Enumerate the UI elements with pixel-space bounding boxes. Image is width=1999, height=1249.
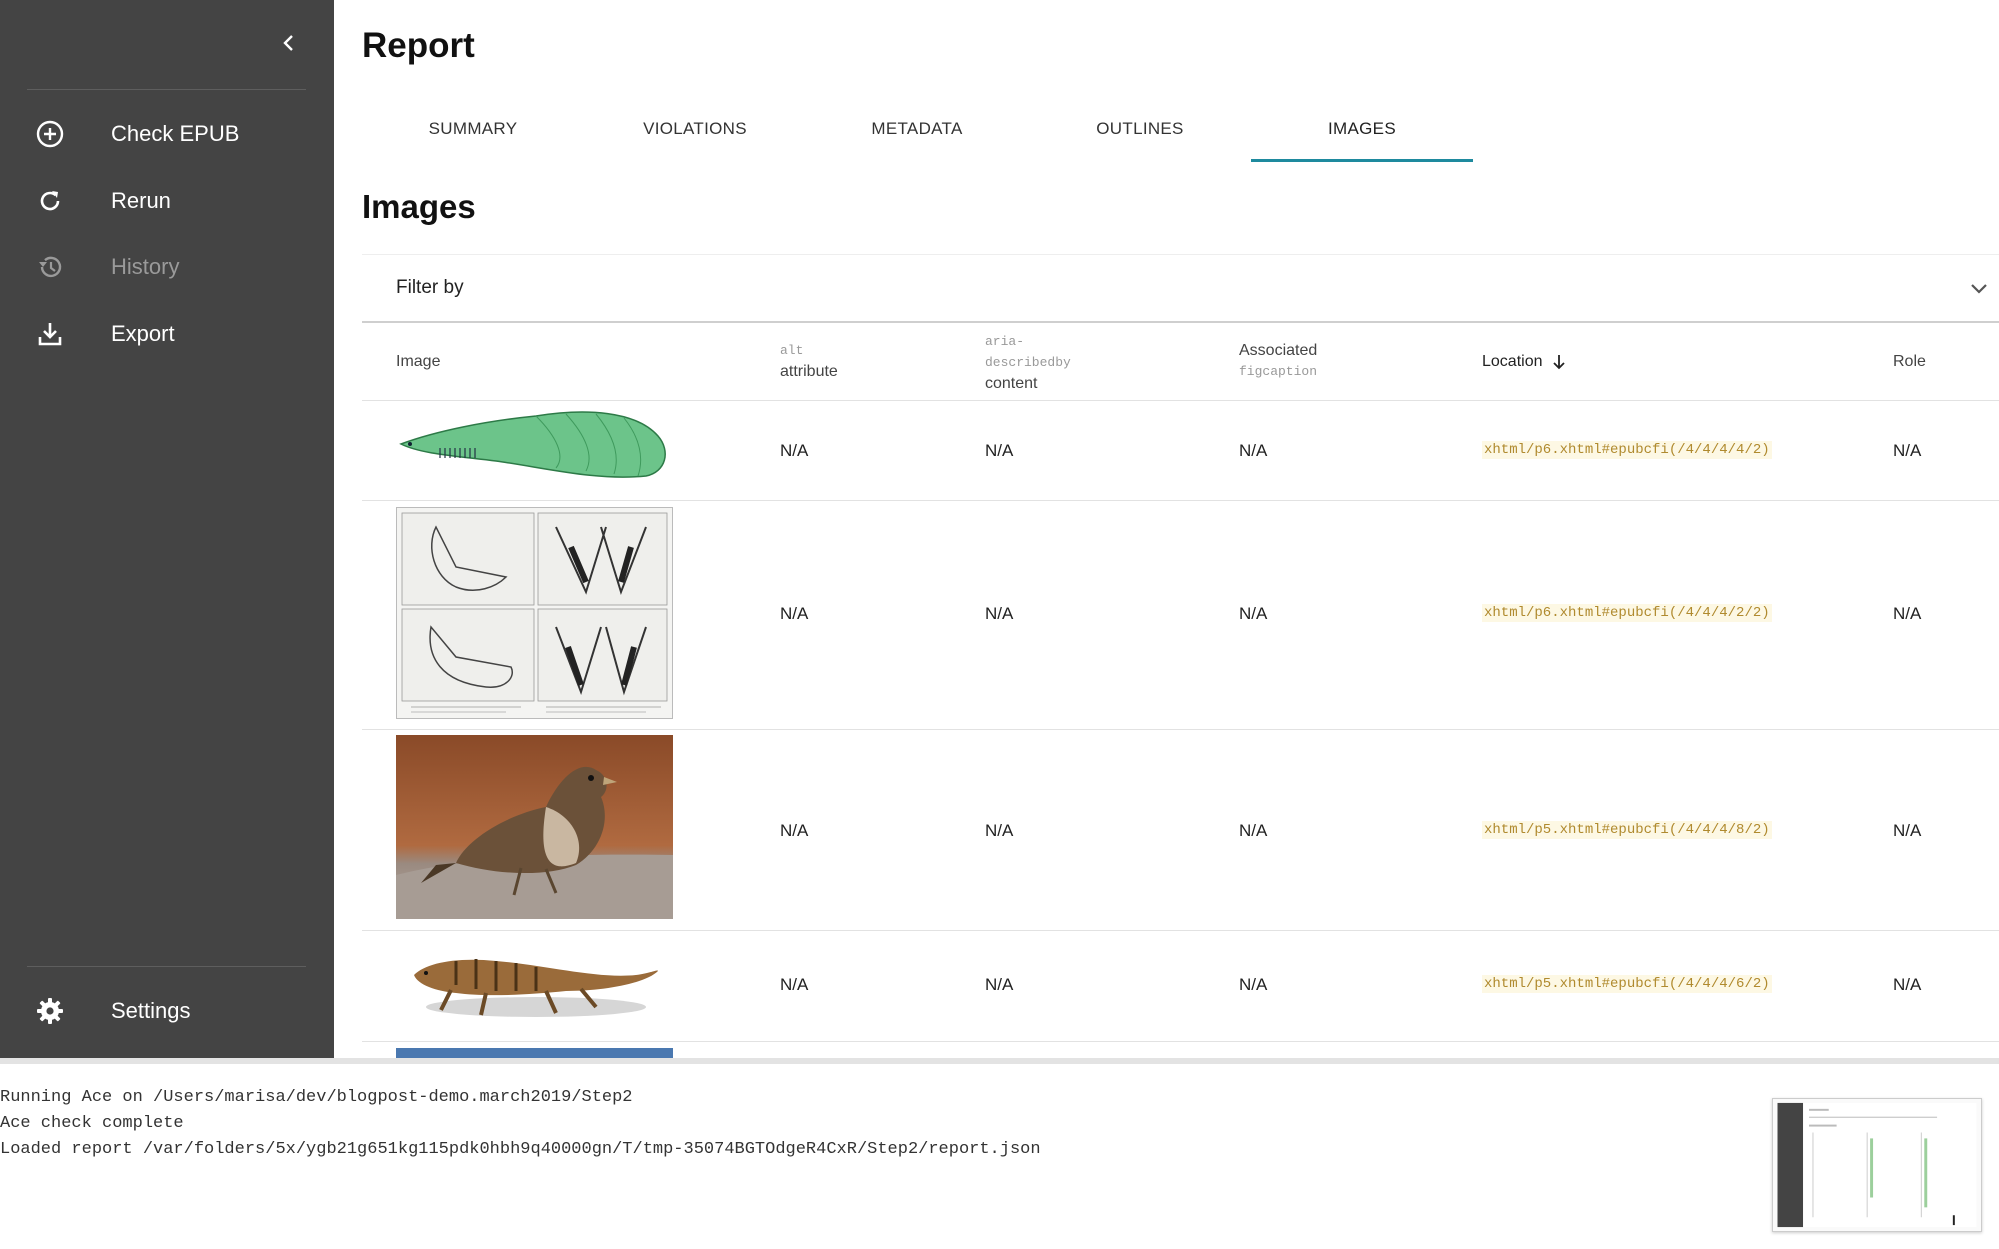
sidebar-item-settings[interactable]: Settings xyxy=(0,981,334,1041)
aria-cell: N/A xyxy=(985,975,1014,994)
column-header-code: figcaption xyxy=(1239,364,1318,379)
app-window: Check EPUB Rerun History Export Settings… xyxy=(0,0,1999,1058)
collapse-sidebar-button[interactable] xyxy=(276,30,302,56)
column-header-code: aria- xyxy=(985,334,1025,349)
tab-outlines[interactable]: OUTLINES xyxy=(1029,96,1251,162)
table-row: N/A N/A N/A xhtml/p6.xhtml#epubcfi(/4/4/… xyxy=(362,401,1999,501)
gear-icon xyxy=(34,995,66,1027)
sidebar-item-export[interactable]: Export xyxy=(0,304,334,364)
tab-summary[interactable]: SUMMARY xyxy=(362,96,584,162)
image-thumbnail[interactable] xyxy=(396,935,673,1035)
console-line: Loaded report /var/folders/5x/ygb21g651k… xyxy=(0,1140,1041,1159)
table-row: N/A N/A N/A xhtml/p5.xhtml#epubcfi(/4/4/… xyxy=(362,730,1999,931)
sidebar-divider xyxy=(27,89,306,90)
console-line: Running Ace on /Users/marisa/dev/blogpos… xyxy=(0,1088,633,1107)
location-link[interactable]: xhtml/p6.xhtml#epubcfi(/4/4/4/4/2) xyxy=(1482,441,1772,459)
history-icon xyxy=(34,251,66,283)
figcaption-cell: N/A xyxy=(1239,441,1268,460)
alt-cell: N/A xyxy=(780,975,809,994)
figcaption-cell: N/A xyxy=(1239,604,1268,623)
main-content: Report SUMMARY VIOLATIONS METADATA OUTLI… xyxy=(334,0,1999,1058)
sidebar-item-rerun[interactable]: Rerun xyxy=(0,171,334,231)
image-thumbnail[interactable] xyxy=(396,507,673,719)
filter-label: Filter by xyxy=(396,277,464,298)
image-thumbnail[interactable] xyxy=(396,406,673,480)
location-link[interactable]: xhtml/p5.xhtml#epubcfi(/4/4/4/8/2) xyxy=(1482,821,1772,839)
arrow-down-icon xyxy=(1552,354,1565,369)
section-title: Images xyxy=(362,188,476,225)
download-icon xyxy=(34,318,66,350)
column-header-aria[interactable]: aria- describedby content xyxy=(985,331,1071,394)
sidebar: Check EPUB Rerun History Export Settings xyxy=(0,0,334,1058)
tab-violations[interactable]: VIOLATIONS xyxy=(584,96,806,162)
column-header-text: Location xyxy=(1482,353,1543,370)
column-header-figcaption[interactable]: Associated figcaption xyxy=(1239,340,1317,382)
sidebar-item-label: History xyxy=(111,254,180,279)
refresh-icon xyxy=(34,185,66,217)
table-row: N/A N/A N/A xhtml/p6.xhtml#epubcfi(/4/4/… xyxy=(362,501,1999,730)
chevron-left-icon xyxy=(283,35,293,51)
table-row: N/A N/A N/A xhtml/p5.xhtml#epubcfi(/4/4/… xyxy=(362,931,1999,1042)
sidebar-item-label: Settings xyxy=(111,998,191,1023)
window-preview-thumbnail[interactable] xyxy=(1772,1098,1982,1232)
sidebar-item-history: History xyxy=(0,237,334,297)
column-header-image[interactable]: Image xyxy=(396,351,440,372)
sidebar-item-label: Export xyxy=(111,321,175,346)
aria-cell: N/A xyxy=(985,604,1014,623)
alt-cell: N/A xyxy=(780,441,809,460)
sidebar-item-label: Check EPUB xyxy=(111,121,240,146)
column-header-text: attribute xyxy=(780,363,838,380)
sidebar-item-check-epub[interactable]: Check EPUB xyxy=(0,104,334,164)
role-cell: N/A xyxy=(1893,975,1922,994)
plus-circle-icon xyxy=(34,118,66,150)
alt-cell: N/A xyxy=(780,821,809,840)
alt-cell: N/A xyxy=(780,604,809,623)
table-header: Image alt attribute aria- describedby co… xyxy=(362,323,1999,401)
role-cell: N/A xyxy=(1893,441,1922,460)
filter-expander[interactable]: Filter by xyxy=(362,254,1999,323)
console-line: Ace check complete xyxy=(0,1114,184,1133)
sidebar-divider xyxy=(27,966,306,967)
tab-metadata[interactable]: METADATA xyxy=(806,96,1028,162)
figcaption-cell: N/A xyxy=(1239,975,1268,994)
tab-images[interactable]: IMAGES xyxy=(1251,96,1473,162)
column-header-text: Associated xyxy=(1239,342,1318,359)
page-title: Report xyxy=(362,26,475,65)
column-header-location[interactable]: Location xyxy=(1482,351,1567,372)
location-link[interactable]: xhtml/p6.xhtml#epubcfi(/4/4/4/2/2) xyxy=(1482,604,1772,622)
role-cell: N/A xyxy=(1893,604,1922,623)
column-header-code: describedby xyxy=(985,355,1071,370)
figcaption-cell: N/A xyxy=(1239,821,1268,840)
image-thumbnail-partial xyxy=(396,1048,673,1058)
location-link[interactable]: xhtml/p5.xhtml#epubcfi(/4/4/4/6/2) xyxy=(1482,975,1772,993)
role-cell: N/A xyxy=(1893,821,1922,840)
sidebar-item-label: Rerun xyxy=(111,188,171,213)
column-header-role[interactable]: Role xyxy=(1893,351,1926,372)
column-header-alt[interactable]: alt attribute xyxy=(780,340,838,382)
column-header-text: content xyxy=(985,375,1038,392)
image-thumbnail[interactable] xyxy=(396,735,673,919)
console-panel: Running Ace on /Users/marisa/dev/blogpos… xyxy=(0,1058,1999,1249)
chevron-down-icon xyxy=(1971,284,1987,294)
aria-cell: N/A xyxy=(985,441,1014,460)
column-header-code: alt xyxy=(780,343,804,358)
aria-cell: N/A xyxy=(985,821,1014,840)
